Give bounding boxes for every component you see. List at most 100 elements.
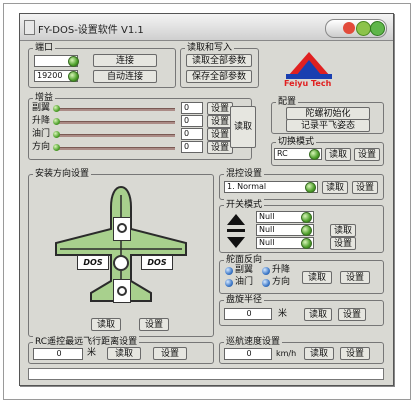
switch-mode-2-value: Null: [259, 225, 275, 234]
gain-row-name: 升降: [32, 116, 51, 126]
read-all-button[interactable]: 读取全部参数: [186, 54, 252, 67]
cruise-speed-unit: km/h: [276, 349, 297, 358]
cruise-speed-label: 巡航速度设置: [224, 336, 283, 348]
auto-connect-button[interactable]: 自动连接: [93, 70, 157, 83]
install-dos-tag-top[interactable]: [113, 217, 131, 241]
servo-elevator-radio[interactable]: [262, 267, 270, 275]
gain-row-name: 副翼: [32, 103, 51, 113]
circle-radius-group: 盘旋半径 0 米 读取 设置: [219, 294, 384, 326]
minimize-icon[interactable]: [343, 22, 355, 34]
servo-aileron-label: 副翼: [235, 265, 254, 275]
status-bar: [28, 368, 384, 380]
gain-slider-track[interactable]: [55, 134, 175, 137]
gain-slider-knob[interactable]: [53, 105, 60, 112]
switch-mode-group: 切换模式 RC 读取 设置: [271, 136, 384, 166]
gain-value-field[interactable]: 0: [181, 141, 203, 153]
gain-slider-track[interactable]: [55, 108, 175, 111]
close-icon[interactable]: [370, 21, 385, 36]
switch-mode-1-select[interactable]: Null: [256, 211, 314, 223]
servo-direction-group: 舵面反向 副翼 升降 油门 方向 读取 设置: [219, 254, 384, 294]
servo-rudder-radio[interactable]: [262, 279, 270, 287]
install-dos-tag-right[interactable]: DOS: [141, 255, 173, 270]
window-title: FY-DOS-设置软件 V1.1: [38, 25, 144, 36]
circle-radius-label: 盘旋半径: [224, 294, 265, 306]
switch-mode-dropdown-icon[interactable]: [309, 149, 320, 160]
cruise-speed-set-button[interactable]: 设置: [340, 347, 370, 360]
cruise-speed-read-button[interactable]: 读取: [304, 347, 334, 360]
switch-mode-read-button[interactable]: 读取: [325, 148, 351, 161]
cruise-speed-field[interactable]: 0: [224, 348, 272, 360]
servo-throttle-label: 油门: [235, 277, 254, 287]
mixing-value: 1. Normal: [227, 182, 267, 191]
switch-modes-set-button[interactable]: 设置: [330, 237, 356, 250]
gain-value-field[interactable]: 0: [181, 115, 203, 127]
servo-read-button[interactable]: 读取: [302, 271, 332, 284]
install-set-button[interactable]: 设置: [139, 318, 169, 331]
install-direction-group: 安装方向设置 DOS DOS 读取 设置: [28, 168, 214, 337]
save-all-button[interactable]: 保存全部参数: [186, 70, 252, 83]
mixing-group: 混控设置 1. Normal 读取 设置: [219, 168, 384, 200]
port-group: 端口 连接 19200 自动连接: [28, 42, 176, 88]
gain-group: 增益 副翼 0 设置 升降 0 设置 油门 0 设置 方向 0 设置: [28, 92, 252, 160]
title-bar[interactable]: FY-DOS-设置软件 V1.1: [20, 14, 393, 41]
switch-mode-value: RC: [277, 149, 288, 158]
switch-modes-label: 开关模式: [224, 199, 265, 211]
up-down-arrows-icon: [227, 214, 245, 248]
mixing-set-button[interactable]: 设置: [352, 181, 378, 194]
gain-slider-knob[interactable]: [53, 144, 60, 151]
servo-rudder-label: 方向: [272, 277, 291, 287]
circle-radius-set-button[interactable]: 设置: [338, 308, 366, 321]
gain-slider-knob[interactable]: [53, 118, 60, 125]
servo-elevator-label: 升降: [272, 265, 291, 275]
gain-slider-track[interactable]: [55, 147, 175, 150]
logo-text: Feiyu Tech: [284, 79, 332, 88]
mixing-select[interactable]: 1. Normal: [224, 181, 318, 193]
switch-mode-set-button[interactable]: 设置: [354, 148, 380, 161]
mixing-read-button[interactable]: 读取: [322, 181, 348, 194]
gain-read-button[interactable]: 读取: [230, 106, 256, 148]
switch-mode-3-select[interactable]: Null: [256, 237, 314, 249]
circle-radius-field[interactable]: 0: [224, 308, 272, 320]
gain-slider-track[interactable]: [55, 121, 175, 124]
install-direction-label: 安装方向设置: [33, 168, 92, 180]
switch-mode-2-select[interactable]: Null: [256, 224, 314, 236]
logo-icon: [286, 52, 332, 79]
gain-value-field[interactable]: 0: [181, 102, 203, 114]
servo-aileron-radio[interactable]: [225, 267, 233, 275]
mixing-dropdown-icon[interactable]: [305, 182, 316, 193]
rc-distance-group: RC遥控最远飞行距离设置 0 米 读取 设置: [28, 336, 214, 364]
baud-dropdown-icon[interactable]: [68, 71, 79, 82]
switch-mode-3-dropdown-icon[interactable]: [301, 238, 312, 249]
read-write-label: 读取和写入: [185, 42, 235, 54]
maximize-icon[interactable]: [356, 21, 371, 36]
read-write-group: 读取和写入 读取全部参数 保存全部参数: [180, 42, 259, 88]
switch-mode-select[interactable]: RC: [274, 148, 322, 160]
circle-radius-unit: 米: [278, 309, 288, 319]
switch-modes-group: 开关模式 Null Null Null 读取 设置: [219, 199, 384, 253]
switch-mode-label: 切换模式: [276, 136, 317, 148]
switch-mode-3-value: Null: [259, 238, 275, 247]
install-dos-tag-left[interactable]: DOS: [77, 255, 109, 270]
app-icon: [24, 20, 35, 35]
rc-distance-set-button[interactable]: 设置: [153, 347, 187, 360]
install-dos-tag-bottom[interactable]: [113, 279, 131, 303]
port-dropdown-icon[interactable]: [68, 56, 79, 67]
servo-set-button[interactable]: 设置: [340, 271, 370, 284]
gain-row-name: 方向: [32, 142, 51, 152]
record-level-button[interactable]: 记录平飞姿态: [286, 119, 370, 132]
mixing-group-label: 混控设置: [224, 168, 265, 180]
rc-distance-read-button[interactable]: 读取: [107, 347, 141, 360]
gain-slider-knob[interactable]: [53, 131, 60, 138]
gain-value-field[interactable]: 0: [181, 128, 203, 140]
circle-radius-read-button[interactable]: 读取: [304, 308, 332, 321]
switch-modes-read-button[interactable]: 读取: [330, 224, 356, 237]
gain-row-name: 油门: [32, 129, 51, 139]
rc-distance-field[interactable]: 0: [33, 348, 83, 360]
switch-mode-2-dropdown-icon[interactable]: [301, 225, 312, 236]
switch-mode-1-dropdown-icon[interactable]: [301, 212, 312, 223]
install-read-button[interactable]: 读取: [91, 318, 121, 331]
window-controls: [325, 19, 387, 38]
servo-throttle-radio[interactable]: [225, 279, 233, 287]
connect-button[interactable]: 连接: [93, 54, 157, 67]
app-window: FY-DOS-设置软件 V1.1 端口 连接 19200 自动连接 读取和写入 …: [19, 13, 394, 386]
